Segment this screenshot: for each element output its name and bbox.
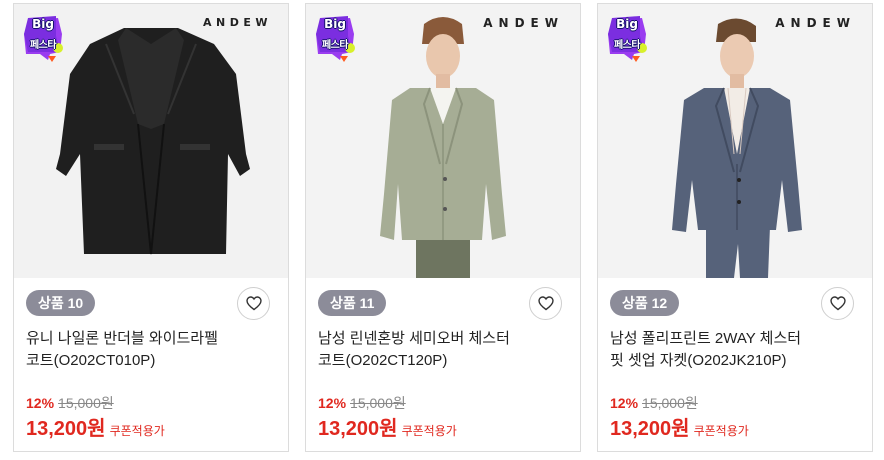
heart-outline-icon: [537, 296, 554, 311]
brand-logo: ANDEW: [775, 16, 856, 30]
discount-rate: 12%: [318, 395, 347, 411]
price-info: 12% 15,000원: [26, 393, 114, 413]
wishlist-button[interactable]: [529, 287, 562, 320]
rank-badge: 상품 12: [610, 290, 680, 316]
product-card[interactable]: ANDEW Big 페스타 상품 12 남성 폴리프린트 2WAY 체스터 핏 …: [597, 3, 873, 452]
price-info: 12% 15,000원: [318, 393, 406, 413]
sale-price: 13,200원: [318, 418, 398, 440]
sale-price-row: 13,200원 쿠폰적용가: [26, 412, 165, 441]
sale-price: 13,200원: [26, 418, 106, 440]
product-image[interactable]: ANDEW Big 페스타: [306, 4, 580, 278]
sale-price: 13,200원: [610, 418, 690, 440]
big-festa-badge-icon: Big 페스타: [22, 14, 64, 64]
wishlist-button[interactable]: [821, 287, 854, 320]
product-card[interactable]: ANDEW Big 페스타 상품 11 남성 린넨혼방 세미오버 체스터 코트(…: [305, 3, 581, 452]
wishlist-button[interactable]: [237, 287, 270, 320]
coupon-label: 쿠폰적용가: [401, 424, 457, 438]
heart-outline-icon: [829, 296, 846, 311]
product-image[interactable]: ANDEW Big 페스타: [598, 4, 872, 278]
original-price: 15,000원: [58, 395, 114, 411]
original-price: 15,000원: [350, 395, 406, 411]
coupon-label: 쿠폰적용가: [693, 424, 749, 438]
brand-logo: ANDEW: [203, 16, 272, 29]
coupon-label: 쿠폰적용가: [109, 424, 165, 438]
product-name[interactable]: 남성 폴리프린트 2WAY 체스터 핏 셋업 자켓(O202JK210P): [610, 328, 840, 372]
big-festa-badge-icon: Big 페스타: [606, 14, 648, 64]
original-price: 15,000원: [642, 395, 698, 411]
sale-price-row: 13,200원 쿠폰적용가: [318, 412, 457, 441]
price-info: 12% 15,000원: [610, 393, 698, 413]
sale-price-row: 13,200원 쿠폰적용가: [610, 412, 749, 441]
discount-rate: 12%: [26, 395, 55, 411]
heart-outline-icon: [245, 296, 262, 311]
rank-badge: 상품 11: [318, 290, 387, 316]
rank-badge: 상품 10: [26, 290, 96, 316]
product-name[interactable]: 남성 린넨혼방 세미오버 체스터 코트(O202CT120P): [318, 328, 548, 372]
brand-logo: ANDEW: [483, 16, 564, 30]
product-name[interactable]: 유니 나일론 반더블 와이드라펠 코트(O202CT010P): [26, 328, 256, 372]
product-image[interactable]: ANDEW Big 페스타: [14, 4, 288, 278]
product-card[interactable]: ANDEW Big 페스타 상품 10 유니 나일론 반더블 와이드라펠 코트(…: [13, 3, 289, 452]
big-festa-badge-icon: Big 페스타: [314, 14, 356, 64]
discount-rate: 12%: [610, 395, 639, 411]
